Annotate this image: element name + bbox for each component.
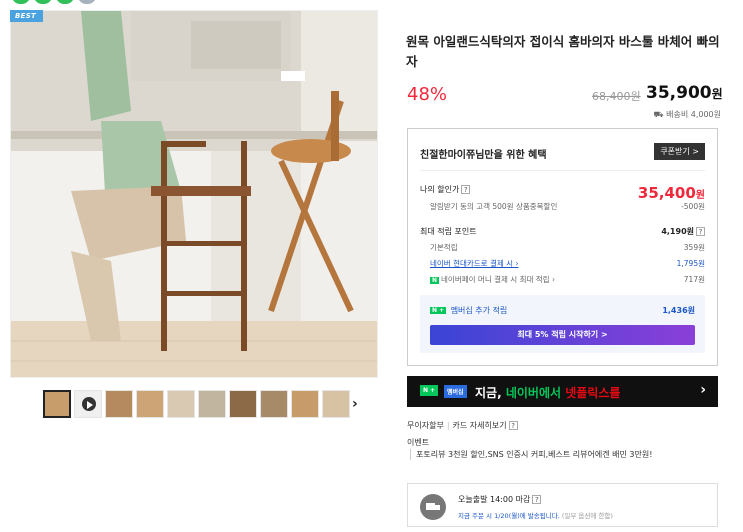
promo-text-c: 넷플릭스를 — [565, 386, 621, 400]
benefit-heading: 친절한마이쮸님만을 위한 혜택 — [420, 150, 547, 161]
card-points-row: 네이버 현대카드로 결제 시 › 1,795원 — [420, 258, 705, 269]
npay-icon: N — [430, 276, 440, 284]
my-price-number: 35,400 — [637, 184, 696, 202]
shipping-fee: ⛟ 배송비 4,000원 — [653, 109, 721, 120]
membership-box: N + 멤버십 추가 적립 1,436원 최대 5% 적립 시작하기 > — [420, 295, 705, 353]
benefit-box: 친절한마이쮸님만을 위한 혜택 쿠폰받기 > 나의 할인가? 35,400원 알… — [407, 128, 718, 366]
naver-plus-icon: N + — [430, 307, 447, 314]
alarm-discount-value: -500원 — [681, 202, 705, 211]
chevron-right-icon: › — [700, 382, 706, 398]
delivery-note: (일부 옵션에 한함) — [561, 512, 613, 520]
membership-value: 1,436원 — [662, 306, 695, 315]
card-points-value: 1,795원 — [676, 259, 705, 268]
thumbnail[interactable] — [167, 390, 195, 418]
sale-price: 35,900원 — [646, 83, 723, 103]
max-points-label: 최대 적립 포인트 — [420, 227, 477, 236]
alarm-discount-label: 알림받기 동의 고객 500원 상품중복할인 — [430, 202, 558, 211]
thumbnail[interactable] — [260, 390, 288, 418]
thumbnail[interactable] — [322, 390, 350, 418]
installment-label: 무이자할부 — [407, 421, 444, 430]
npay-points-value: 717원 — [683, 275, 705, 284]
divider — [420, 170, 705, 171]
max-points: 4,190원? — [661, 226, 705, 237]
video-thumbnail[interactable] — [74, 390, 102, 418]
npay-points-label: 네이버페이 머니 결제 시 최대 적립 — [441, 275, 550, 284]
delivery-subtext: 지금 주문 시 1/20(월)에 발송됩니다. (일부 옵션에 한함) — [458, 510, 613, 520]
truck-icon: ⛟ — [653, 110, 664, 119]
promo-text-b: 네이버에서 — [505, 386, 562, 400]
membership-tag: 멤버십 — [444, 385, 467, 398]
discount-rate: 48% — [407, 84, 448, 105]
basic-points-value: 359원 — [683, 243, 705, 252]
basic-points-row: 기본적립 359원 — [420, 242, 705, 253]
thumbnail[interactable] — [229, 390, 257, 418]
thumbnail[interactable] — [105, 390, 133, 418]
installment-row: 무이자할부 | 카드 자세히보기? — [407, 420, 518, 431]
best-badge: BEST — [10, 10, 44, 22]
promo-text: 지금, 네이버에서 넷플릭스를 — [475, 384, 620, 401]
sale-price-number: 35,900 — [646, 83, 712, 103]
help-icon[interactable]: ? — [532, 495, 542, 504]
main-product-image[interactable] — [10, 10, 378, 378]
basic-points-label: 기본적립 — [430, 243, 458, 252]
coupon-button[interactable]: 쿠폰받기 > — [654, 143, 705, 160]
event-label: 이벤트 — [407, 438, 430, 447]
promo-text-a: 지금, — [475, 386, 502, 400]
npay-points-link[interactable]: N 네이버페이 머니 결제 시 최대 적립 › — [420, 275, 555, 284]
play-icon — [87, 401, 93, 409]
thumbnail[interactable] — [43, 390, 71, 418]
delivery-box: 오늘출발 14:00 마감? 지금 주문 시 1/20(월)에 발송됩니다. (… — [407, 483, 718, 527]
card-points-label: 네이버 현대카드로 결제 시 — [430, 259, 514, 268]
thumbnail[interactable] — [291, 390, 319, 418]
max-points-value: 4,190원 — [661, 227, 694, 236]
my-price-label: 나의 할인가 — [420, 185, 460, 194]
my-price: 35,400원 — [638, 184, 705, 202]
card-detail-link[interactable]: 카드 자세히보기 — [453, 421, 507, 430]
my-price-unit: 원 — [695, 190, 705, 201]
alarm-discount-row: 알림받기 동의 고객 500원 상품중복할인 -500원 — [420, 201, 705, 212]
product-page: BEST › 원목 아일랜드식탁의자 접이식 홈바의자 바스툴 바체어 빠의자 … — [0, 0, 743, 532]
original-price: 68,400원 — [592, 90, 641, 103]
delivery-title-text: 오늘출발 14:00 마감 — [458, 495, 531, 504]
event-text: 포토리뷰 3천원 할인,SNS 인증시 커피,베스트 리뷰어에겐 배민 3만원! — [410, 449, 652, 460]
naver-plus-tag: N + — [420, 385, 439, 396]
thumbnail[interactable] — [136, 390, 164, 418]
max-points-row: 최대 적립 포인트 4,190원? — [420, 226, 705, 237]
delivery-title: 오늘출발 14:00 마감? — [458, 494, 542, 505]
shipping-text: 배송비 4,000원 — [666, 110, 721, 119]
top-tab-dots — [12, 0, 96, 4]
chevron-right-icon[interactable]: › — [352, 396, 358, 412]
card-points-link[interactable]: 네이버 현대카드로 결제 시 › — [420, 259, 518, 268]
membership-label: 멤버십 추가 적립 — [450, 306, 508, 315]
netflix-promo-banner[interactable]: N + 멤버십 지금, 네이버에서 넷플릭스를 › — [407, 376, 718, 407]
npay-points-row: N 네이버페이 머니 결제 시 최대 적립 › 717원 — [420, 274, 705, 285]
my-price-row: 나의 할인가? 35,400원 — [420, 184, 705, 202]
help-icon[interactable]: ? — [508, 421, 518, 430]
thumbnail-strip — [43, 390, 350, 418]
truck-icon — [420, 494, 446, 520]
product-title: 원목 아일랜드식탁의자 접이식 홈바의자 바스툴 바체어 빠의자 — [406, 34, 720, 69]
help-icon[interactable]: ? — [461, 185, 471, 194]
membership-start-button[interactable]: 최대 5% 적립 시작하기 > — [430, 325, 695, 345]
membership-row: N + 멤버십 추가 적립 1,436원 — [430, 305, 695, 316]
help-icon[interactable]: ? — [696, 227, 705, 236]
sale-price-unit: 원 — [711, 87, 723, 101]
thumbnail[interactable] — [198, 390, 226, 418]
delivery-sub-text: 지금 주문 시 1/20(월)에 발송됩니다. — [458, 512, 560, 520]
